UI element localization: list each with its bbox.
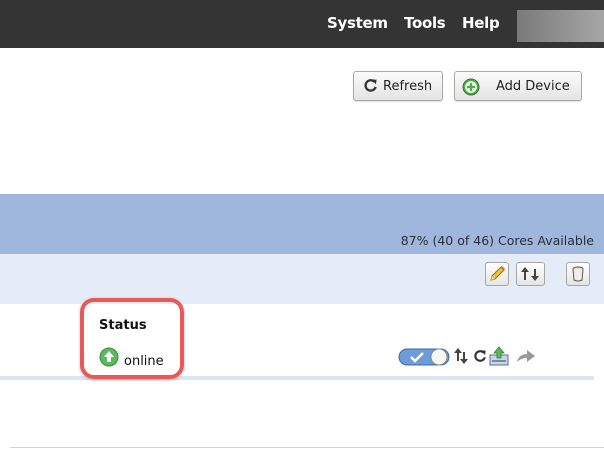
devices-header-band: 87% (40 of 46) Cores Available bbox=[0, 194, 604, 254]
download-icon[interactable] bbox=[488, 345, 510, 372]
trash-icon bbox=[572, 266, 584, 282]
pencil-icon bbox=[490, 266, 505, 281]
reload-icon[interactable] bbox=[473, 349, 487, 368]
move-button[interactable] bbox=[516, 262, 545, 286]
divider bbox=[10, 447, 604, 448]
menu-system[interactable]: System bbox=[327, 0, 388, 48]
user-menu[interactable] bbox=[517, 10, 604, 42]
cores-available: 87% (40 of 46) Cores Available bbox=[400, 233, 594, 248]
menu-tools[interactable]: Tools bbox=[404, 0, 446, 48]
power-toggle[interactable] bbox=[398, 347, 450, 367]
device-toolbar-row bbox=[0, 254, 604, 304]
top-menu-bar: System Tools Help bbox=[0, 0, 604, 48]
refresh-label: Refresh bbox=[383, 79, 433, 94]
delete-button[interactable] bbox=[566, 262, 590, 286]
sync-arrows-icon[interactable] bbox=[453, 346, 469, 371]
add-device-label: Add Device bbox=[496, 79, 570, 94]
status-highlight-callout bbox=[80, 298, 184, 379]
move-arrows-icon bbox=[521, 267, 539, 281]
add-circle-icon bbox=[462, 78, 480, 100]
add-device-button[interactable]: Add Device bbox=[454, 71, 582, 101]
refresh-icon bbox=[363, 78, 378, 97]
forward-arrow-icon[interactable] bbox=[515, 348, 537, 369]
edit-button[interactable] bbox=[485, 262, 509, 286]
refresh-button[interactable]: Refresh bbox=[353, 71, 443, 101]
menu-help[interactable]: Help bbox=[462, 0, 500, 48]
